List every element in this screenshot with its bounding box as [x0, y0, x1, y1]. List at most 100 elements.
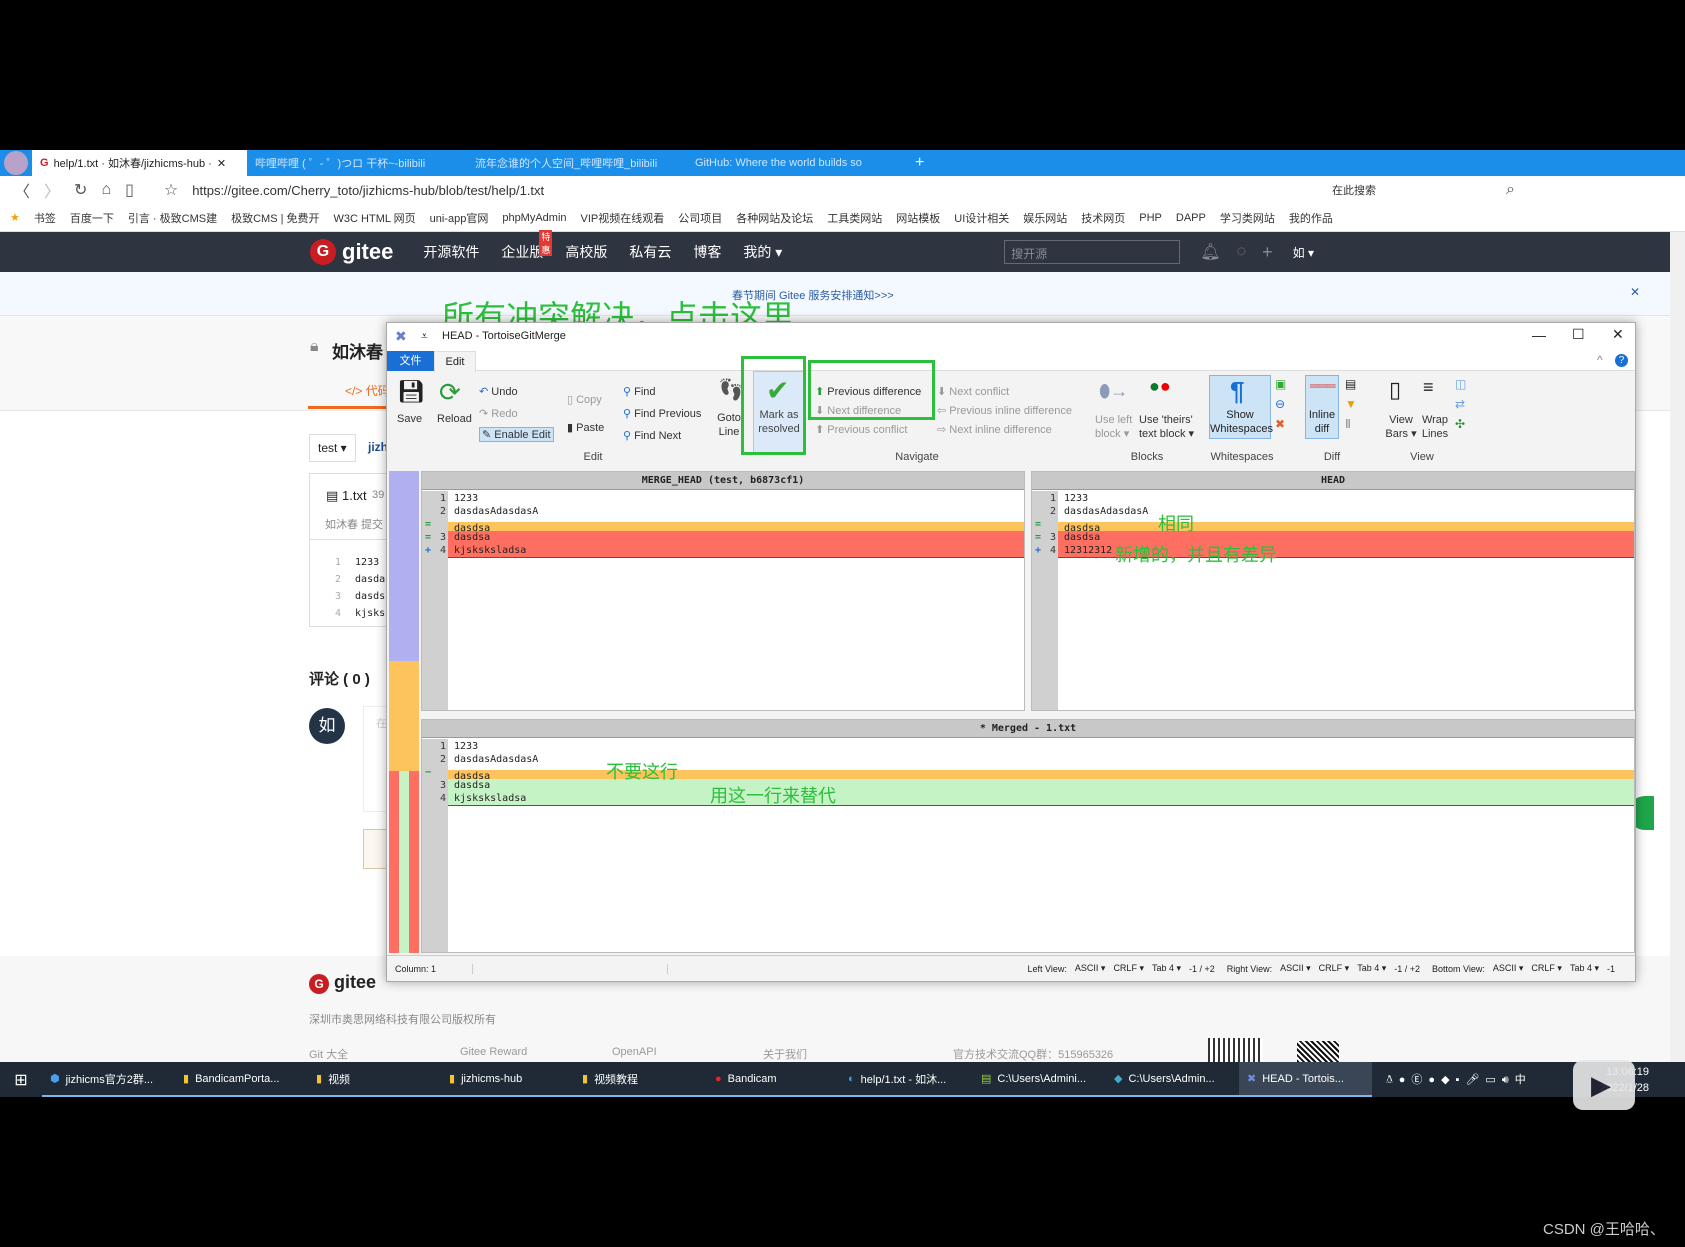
- minimize-icon[interactable]: —: [1532, 327, 1546, 343]
- find-button[interactable]: ⚲ Find: [623, 385, 656, 398]
- bookmark-folder[interactable]: 网站模板: [896, 210, 940, 226]
- whitespace-option-icon[interactable]: ✖: [1275, 417, 1285, 431]
- taskbar-item[interactable]: ◐ help/1.txt - 如沐...: [840, 1062, 973, 1097]
- location-bar-right[interactable]: [409, 471, 419, 953]
- diff-line[interactable]: = dasdsa: [422, 518, 1024, 536]
- branch-select[interactable]: test ▾: [309, 434, 356, 462]
- footer-link[interactable]: Git 大全: [309, 1046, 348, 1062]
- search-box[interactable]: 在此搜索: [1332, 182, 1492, 198]
- left-pane-merge-head[interactable]: MERGE_HEAD (test, b6873cf1) 1 1233 2 dasd…: [421, 471, 1025, 711]
- next-inline-difference-button[interactable]: ⇨ Next inline difference: [937, 423, 1052, 436]
- bookmark-folder[interactable]: UI设计相关: [954, 210, 1009, 226]
- location-bar-bottom[interactable]: [399, 471, 409, 953]
- bookmark-folder[interactable]: 各种网站及论坛: [736, 210, 813, 226]
- location-bar-left[interactable]: [389, 471, 399, 953]
- use-left-block-button[interactable]: Use left block ▾: [1095, 413, 1135, 441]
- browser-tab-github[interactable]: GitHub: Where the world builds so: [687, 150, 907, 176]
- bookmark-folder[interactable]: 娱乐网站: [1023, 210, 1067, 226]
- footer-link[interactable]: 关于我们: [763, 1046, 807, 1062]
- bottom-pane-merged[interactable]: * Merged - 1.txt 1 1233 2 dasdasAdasdasA −…: [421, 719, 1635, 953]
- taskbar-item[interactable]: ▤ C:\Users\Admini...: [973, 1062, 1106, 1097]
- whitespace-option-icon[interactable]: ▣: [1275, 377, 1286, 391]
- plus-icon[interactable]: +: [1262, 242, 1273, 263]
- footer-link[interactable]: Gitee Reward: [460, 1046, 527, 1058]
- use-theirs-block-button[interactable]: Use 'theirs' text block ▾: [1139, 413, 1199, 441]
- goto-line-button[interactable]: Goto Line: [715, 411, 743, 439]
- bookmark[interactable]: 引言 · 极致CMS建: [128, 210, 217, 226]
- taskbar-item[interactable]: ▮ jizhicms-hub: [441, 1062, 574, 1097]
- taskbar-item[interactable]: ▮ BandicamPorta...: [175, 1062, 308, 1097]
- diff-line[interactable]: = 3 dasdsa: [422, 531, 1024, 545]
- find-next-button[interactable]: ⚲ Find Next: [623, 429, 681, 442]
- bell-icon[interactable]: 🔔︎: [1200, 242, 1220, 262]
- collapse-ribbon-icon[interactable]: ^: [1597, 353, 1603, 367]
- repo-title[interactable]: 如沐春: [332, 338, 383, 363]
- maximize-icon[interactable]: ☐: [1572, 326, 1585, 343]
- save-button[interactable]: Save: [397, 413, 422, 425]
- diff-line[interactable]: 2 dasdasAdasdasA: [1032, 505, 1634, 518]
- close-notice-icon[interactable]: ✕: [1630, 285, 1640, 299]
- bookmark[interactable]: uni-app官网: [430, 210, 489, 226]
- diff-line[interactable]: 2 dasdasAdasdasA: [422, 505, 1024, 518]
- close-icon[interactable]: ✕: [1612, 326, 1624, 343]
- taskbar-item[interactable]: ⬢ jizhicms官方2群...: [42, 1062, 175, 1097]
- swap-icon[interactable]: ⇄: [1455, 397, 1465, 411]
- bookmark[interactable]: 极致CMS | 免费开: [231, 210, 319, 226]
- nav-mine[interactable]: 我的 ▾: [743, 242, 782, 262]
- taskbar-item-active[interactable]: ✖ HEAD - Tortois...: [1239, 1062, 1372, 1097]
- split-view-icon[interactable]: ◫: [1455, 377, 1466, 391]
- redo-button[interactable]: ↷ Redo: [479, 407, 518, 420]
- copy-button[interactable]: ▯ Copy: [567, 393, 602, 406]
- nav-private-cloud[interactable]: 私有云: [629, 242, 671, 262]
- bookmark-folder[interactable]: 学习类网站: [1220, 210, 1275, 226]
- star-icon[interactable]: ☆: [164, 180, 178, 200]
- tab-file[interactable]: 文件: [387, 351, 434, 371]
- diff-line[interactable]: +4 kjsksksladsa: [422, 544, 1024, 558]
- nav-education[interactable]: 高校版: [565, 242, 607, 262]
- bookmark[interactable]: W3C HTML 网页: [334, 210, 416, 226]
- view-bars-button[interactable]: View Bars ▾: [1384, 413, 1418, 441]
- bookmark-folder[interactable]: 我的作品: [1289, 210, 1333, 226]
- diff-line[interactable]: 3 dasdsa: [422, 779, 1634, 793]
- word-diff-icon[interactable]: ▤: [1345, 377, 1356, 391]
- reload-button[interactable]: Reload: [437, 413, 472, 425]
- page-scrollbar[interactable]: [1670, 232, 1685, 1062]
- bookmark-folder[interactable]: 工具类网站: [827, 210, 882, 226]
- left-eol-select[interactable]: CRLF ▾: [1113, 963, 1144, 974]
- wrap-lines-button[interactable]: Wrap Lines: [1419, 413, 1451, 441]
- windows-start-icon[interactable]: ⊞: [0, 1070, 42, 1090]
- enable-edit-button[interactable]: ✎ Enable Edit: [479, 427, 554, 442]
- bookmark[interactable]: 百度一下: [70, 210, 114, 226]
- new-tab-button[interactable]: +: [915, 154, 924, 172]
- home-icon[interactable]: ⌂: [101, 181, 111, 199]
- help-icon[interactable]: ?: [1615, 354, 1628, 367]
- lightbulb-icon[interactable]: ◌: [1237, 243, 1247, 261]
- taskbar-item[interactable]: ▮ 视频: [308, 1062, 441, 1097]
- bottom-tab-select[interactable]: Tab 4 ▾: [1570, 963, 1599, 974]
- profile-avatar[interactable]: [4, 151, 28, 175]
- bookmark-folder[interactable]: 公司项目: [678, 210, 722, 226]
- undo-button[interactable]: ↶ Undo: [479, 385, 518, 398]
- diff-line[interactable]: 1 1233: [1032, 492, 1634, 505]
- diff-line[interactable]: − dasdsa: [422, 766, 1634, 784]
- taskbar-item[interactable]: ▮ 视频教程: [574, 1062, 707, 1097]
- bottom-eol-select[interactable]: CRLF ▾: [1531, 963, 1562, 974]
- next-conflict-button[interactable]: ⬇ Next conflict: [937, 385, 1009, 398]
- browser-tab-bilibili-space[interactable]: 流年念谁的个人空间_哔哩哔哩_bilibili: [467, 150, 687, 176]
- ignore-case-icon[interactable]: Ⅱ: [1345, 417, 1351, 431]
- gitee-logo-icon[interactable]: G: [310, 239, 336, 265]
- right-eol-select[interactable]: CRLF ▾: [1319, 963, 1350, 974]
- footer-link[interactable]: OpenAPI: [612, 1046, 657, 1058]
- browser-tab-gitee[interactable]: Ghelp/1.txt · 如沐春/jizhicms-hub · ✕: [32, 150, 247, 176]
- right-tab-select[interactable]: Tab 4 ▾: [1357, 963, 1386, 974]
- bookmark-folder[interactable]: PHP: [1139, 212, 1162, 224]
- right-pane-head[interactable]: HEAD 1 1233 2 dasdasAdasdasA = dasdsa = 3 da…: [1031, 471, 1635, 711]
- user-menu[interactable]: 如 ▾: [1293, 244, 1314, 261]
- diff-line[interactable]: 1 1233: [422, 492, 1024, 505]
- diff-line[interactable]: 4 kjsksksladsa: [422, 792, 1634, 806]
- forward-icon[interactable]: 〉: [44, 178, 60, 202]
- reader-icon[interactable]: ▯: [125, 180, 134, 200]
- whitespace-option-icon[interactable]: ⊖: [1275, 397, 1285, 411]
- quick-access-icon[interactable]: ⩡: [421, 329, 428, 344]
- bookmark[interactable]: 书签: [34, 210, 56, 226]
